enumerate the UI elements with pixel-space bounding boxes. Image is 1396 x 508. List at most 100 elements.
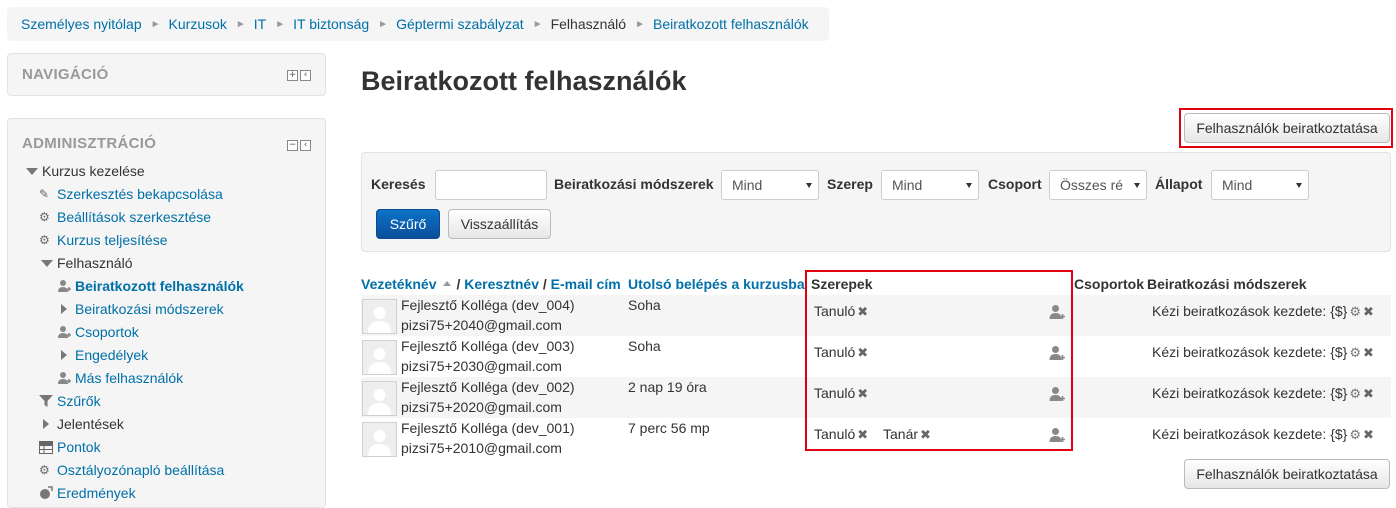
last-access: 2 nap 19 óra	[628, 379, 707, 395]
tree-item-label: Szerkesztés bekapcsolása	[57, 186, 223, 202]
last-access: Soha	[628, 338, 661, 354]
gear-icon[interactable]: ⚙	[1349, 305, 1361, 320]
tree-item-outcomes[interactable]: Eredmények	[39, 483, 136, 503]
gear-icon[interactable]: ⚙	[1349, 387, 1361, 402]
status-select[interactable]: Mind	[1211, 170, 1309, 200]
tree-item-gradebook-setup[interactable]: ⚙ Osztályozónapló beállítása	[39, 460, 224, 480]
caret-right-icon	[57, 350, 75, 360]
remove-role-icon[interactable]: ✖	[920, 428, 931, 443]
tree-item-filters[interactable]: Szűrők	[39, 391, 101, 411]
unenrol-icon[interactable]: ✖	[1363, 428, 1374, 443]
expand-block-icon[interactable]: +	[287, 70, 298, 81]
tree-item-label: Eredmények	[57, 485, 136, 501]
user-fullname[interactable]: Fejlesztő Kolléga (dev_002)	[401, 379, 575, 395]
remove-role-icon[interactable]: ✖	[857, 428, 868, 443]
select-value: Mind	[892, 177, 923, 193]
tree-item-users[interactable]: Felhasználó	[39, 253, 133, 273]
breadcrumb-item-courses[interactable]: Kurzusok	[169, 16, 227, 32]
search-label: Keresés	[371, 176, 426, 192]
tree-item-grades[interactable]: Pontok	[39, 437, 101, 457]
tree-item-permissions[interactable]: Engedélyek	[57, 345, 148, 365]
table-header-methods: Beiratkozási módszerek	[1147, 276, 1307, 292]
select-value: Mind	[732, 177, 763, 193]
assign-role-icon[interactable]	[1049, 345, 1065, 364]
assign-role-icon[interactable]	[1049, 427, 1065, 446]
breadcrumb-item-home[interactable]: Személyes nyitólap	[21, 16, 142, 32]
tree-item-edit-settings[interactable]: ⚙ Beállítások szerkesztése	[39, 207, 211, 227]
role-label: Tanuló	[814, 385, 856, 401]
unenrol-icon[interactable]: ✖	[1363, 346, 1374, 361]
tree-item-course-admin[interactable]: Kurzus kezelése	[24, 161, 145, 181]
enrolment-method: Kézi beiratkozások kezdete: {$} ⚙ ✖	[1152, 426, 1374, 443]
role-select[interactable]: Mind	[881, 170, 979, 200]
navigation-block: NAVIGÁCIÓ + ‹	[7, 53, 326, 96]
administration-block-title: ADMINISZTRÁCIÓ	[22, 135, 157, 152]
remove-role-icon[interactable]: ✖	[857, 387, 868, 402]
remove-role-icon[interactable]: ✖	[857, 305, 868, 320]
gear-icon[interactable]: ⚙	[1349, 346, 1361, 361]
user-icon	[57, 325, 75, 339]
avatar[interactable]	[362, 422, 397, 457]
enrolment-method-label: Kézi beiratkozások kezdete: {$}	[1152, 344, 1348, 360]
tree-item-label: Engedélyek	[75, 347, 149, 363]
table-row: Fejlesztő Kolléga (dev_001) pizsi75+2010@…	[361, 418, 1391, 459]
enrol-users-button-top[interactable]: Felhasználók beiratkoztatása	[1184, 113, 1390, 143]
sort-firstname-link[interactable]: Keresztnév	[464, 276, 539, 292]
tree-item-course-completion[interactable]: ⚙ Kurzus teljesítése	[39, 230, 168, 250]
administration-block-controls: − ‹	[287, 140, 311, 151]
dropdown-arrow-icon	[966, 183, 972, 188]
tree-item-turn-editing-on[interactable]: ✎ Szerkesztés bekapcsolása	[39, 184, 223, 204]
user-icon	[57, 279, 75, 293]
unenrol-icon[interactable]: ✖	[1363, 387, 1374, 402]
gear-icon: ⚙	[39, 463, 50, 477]
navigation-block-title: NAVIGÁCIÓ	[22, 66, 109, 83]
group-label: Csoport	[988, 176, 1042, 192]
collapse-block-icon[interactable]: −	[287, 140, 298, 151]
sort-email-link[interactable]: E-mail cím	[551, 276, 621, 292]
breadcrumb-separator-icon: ►	[150, 18, 161, 30]
dock-block-icon[interactable]: ‹	[300, 70, 311, 81]
unenrol-icon[interactable]: ✖	[1363, 305, 1374, 320]
avatar[interactable]	[362, 299, 397, 334]
tree-item-enrolled-users[interactable]: Beiratkozott felhasználók	[57, 276, 244, 296]
reset-button[interactable]: Visszaállítás	[448, 209, 551, 239]
sort-lastaccess-link[interactable]: Utolsó belépés a kurzusba	[628, 276, 805, 292]
user-email: pizsi75+2040@gmail.com	[401, 317, 562, 333]
tree-item-label: Beállítások szerkesztése	[57, 209, 212, 225]
assign-role-icon[interactable]	[1049, 304, 1065, 323]
gear-icon[interactable]: ⚙	[1349, 428, 1361, 443]
tree-item-reports[interactable]: Jelentések	[39, 414, 124, 434]
tree-item-label: Más felhasználók	[75, 370, 184, 386]
group-select[interactable]: Összes ré	[1049, 170, 1147, 200]
navigation-block-controls: + ‹	[287, 70, 311, 81]
tree-item-label: Jelentések	[57, 416, 124, 432]
table-header-roles: Szerepek	[811, 276, 873, 292]
administration-block: ADMINISZTRÁCIÓ − ‹ Kurzus kezelése ✎ Sze…	[7, 118, 326, 508]
role-label: Tanuló	[814, 426, 856, 442]
assign-role-icon[interactable]	[1049, 386, 1065, 405]
avatar[interactable]	[362, 381, 397, 416]
breadcrumb-item-enrolled-users[interactable]: Beiratkozott felhasználók	[653, 16, 809, 32]
enrolment-method: Kézi beiratkozások kezdete: {$} ⚙ ✖	[1152, 303, 1374, 320]
tree-item-enrolment-methods[interactable]: Beiratkozási módszerek	[57, 299, 224, 319]
table-row: Fejlesztő Kolléga (dev_002) pizsi75+2020@…	[361, 377, 1391, 418]
breadcrumb-item-lab-rules[interactable]: Géptermi szabályzat	[396, 16, 524, 32]
tree-item-other-users[interactable]: Más felhasználók	[57, 368, 183, 388]
breadcrumb-item-it-security[interactable]: IT biztonság	[293, 16, 369, 32]
breadcrumb-item-it[interactable]: IT	[254, 16, 266, 32]
user-fullname[interactable]: Fejlesztő Kolléga (dev_004)	[401, 297, 575, 313]
enrolment-methods-select[interactable]: Mind	[721, 170, 819, 200]
remove-role-icon[interactable]: ✖	[857, 346, 868, 361]
enrol-users-button-bottom[interactable]: Felhasználók beiratkoztatása	[1184, 459, 1390, 489]
avatar[interactable]	[362, 340, 397, 375]
caret-down-icon	[24, 167, 42, 175]
user-fullname[interactable]: Fejlesztő Kolléga (dev_001)	[401, 420, 575, 436]
tree-item-groups[interactable]: Csoportok	[57, 322, 139, 342]
dock-block-icon[interactable]: ‹	[300, 140, 311, 151]
user-fullname[interactable]: Fejlesztő Kolléga (dev_003)	[401, 338, 575, 354]
dropdown-arrow-icon	[1134, 183, 1140, 188]
search-input[interactable]	[435, 170, 547, 200]
tree-item-label: Osztályozónapló beállítása	[57, 462, 225, 478]
sort-lastname-link[interactable]: Vezetéknév	[361, 276, 437, 292]
filter-button[interactable]: Szűrő	[376, 209, 440, 239]
